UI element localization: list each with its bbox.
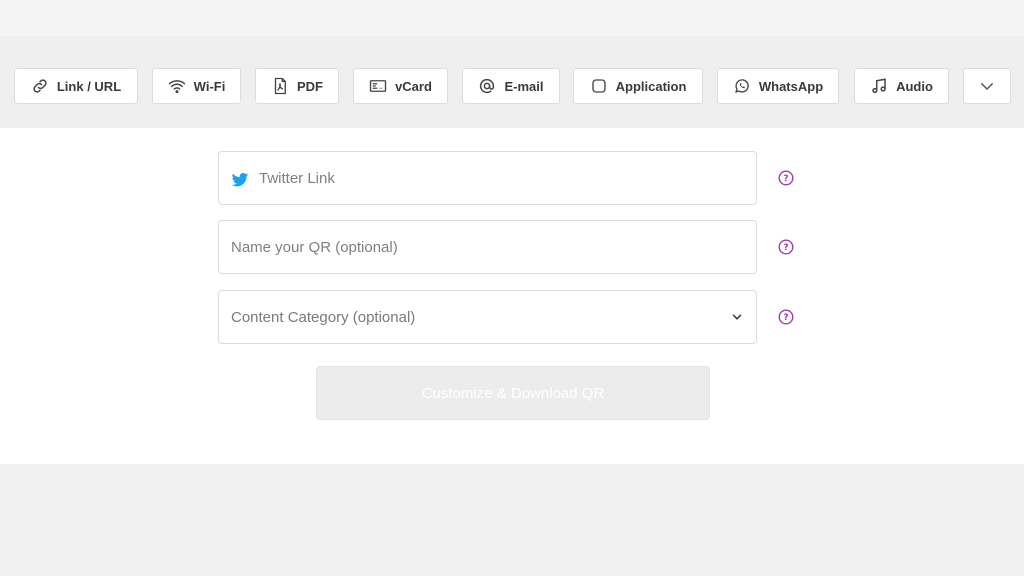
- type-button-audio[interactable]: Audio: [854, 68, 949, 104]
- type-button-label: Wi-Fi: [193, 78, 226, 94]
- type-button-label: vCard: [395, 78, 432, 94]
- help-icon[interactable]: ?: [778, 170, 794, 186]
- pdf-icon: [271, 77, 289, 95]
- svg-text:?: ?: [783, 243, 788, 253]
- bottom-band: [0, 464, 1024, 576]
- chevron-down-icon: [978, 77, 996, 95]
- app-icon: [590, 77, 608, 95]
- qr-name-input[interactable]: [231, 221, 756, 273]
- customize-download-button[interactable]: Customize & Download QR: [316, 366, 710, 420]
- type-button-vcard[interactable]: vCard: [353, 68, 448, 104]
- type-button-wifi[interactable]: Wi-Fi: [152, 68, 241, 104]
- svg-text:?: ?: [783, 313, 788, 323]
- vcard-icon: [369, 77, 387, 95]
- type-button-whatsapp[interactable]: WhatsApp: [717, 68, 839, 104]
- help-icon[interactable]: ?: [778, 239, 794, 255]
- type-button-label: PDF: [297, 78, 323, 94]
- link-icon: [31, 77, 49, 95]
- type-button-label: WhatsApp: [758, 78, 824, 94]
- type-button-label: Application: [615, 78, 687, 94]
- submit-label: Customize & Download QR: [421, 384, 605, 402]
- whatsapp-icon: [733, 77, 751, 95]
- music-note-icon: [870, 77, 888, 95]
- twitter-link-field[interactable]: [218, 151, 757, 205]
- type-button-label: E-mail: [504, 78, 544, 94]
- content-category-value: Content Category (optional): [231, 308, 416, 326]
- qr-name-field[interactable]: [218, 220, 757, 274]
- qr-type-toolbar: Link / URL Wi-Fi PDF vCard E-mail Applic…: [0, 36, 1024, 128]
- top-band: [0, 0, 1024, 36]
- type-button-label: Link / URL: [56, 78, 122, 94]
- type-button-email[interactable]: E-mail: [462, 68, 560, 104]
- help-icon[interactable]: ?: [778, 309, 794, 325]
- type-button-label: Audio: [896, 78, 933, 94]
- wifi-icon: [168, 77, 186, 95]
- svg-text:?: ?: [783, 174, 788, 184]
- type-button-pdf[interactable]: PDF: [255, 68, 339, 104]
- more-types-button[interactable]: [963, 68, 1011, 104]
- qr-form-card: ? ? Content Category (optional) ? Custom…: [0, 128, 1024, 464]
- twitter-link-input[interactable]: [259, 152, 756, 204]
- type-button-application[interactable]: Application: [573, 68, 703, 104]
- type-button-link-url[interactable]: Link / URL: [14, 68, 138, 104]
- twitter-icon: [231, 172, 249, 187]
- content-category-select[interactable]: Content Category (optional): [218, 290, 757, 344]
- chevron-down-icon: [732, 314, 742, 320]
- at-icon: [478, 77, 496, 95]
